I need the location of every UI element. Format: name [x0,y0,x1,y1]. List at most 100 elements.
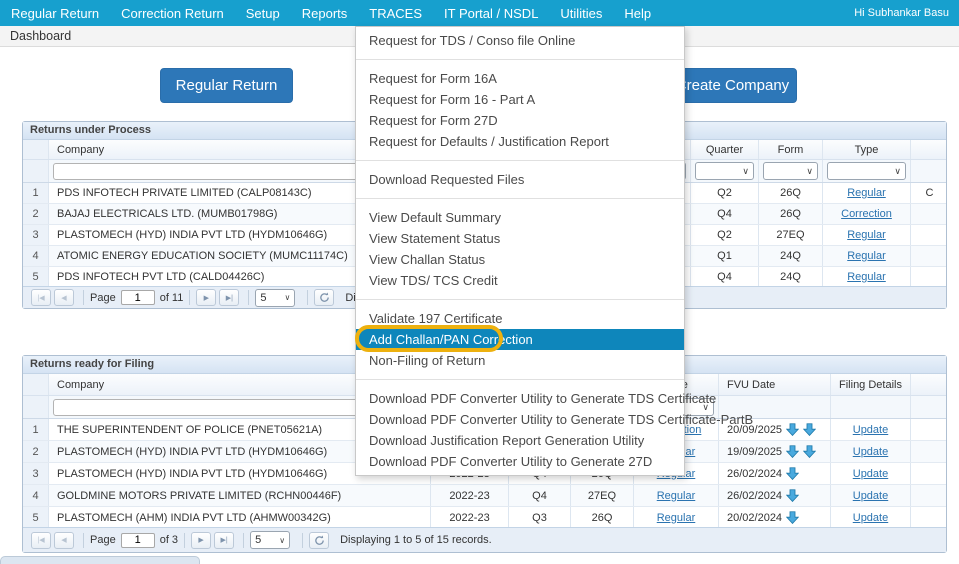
prev-page-button[interactable]: ◀ [54,532,74,549]
row-number: 1 [23,419,49,440]
form-cell: 26Q [571,507,634,528]
row-number: 3 [23,225,49,245]
type-link[interactable]: Regular [847,229,886,241]
menu-item[interactable]: Download PDF Converter Utility to Genera… [356,409,684,430]
fvu-date-cell: 20/02/2024 [719,507,831,528]
fvu-date-cell: 26/02/2024 [719,463,831,484]
logged-in-user: Hi Subhankar Basu [854,0,949,26]
menu-item[interactable]: Download Requested Files [356,169,684,190]
filing-details-cell: Update [831,441,911,462]
form-cell: 24Q [759,267,823,287]
page-input[interactable] [121,533,155,548]
page-label: Page [90,292,116,304]
update-link[interactable]: Update [853,512,888,524]
menu-item[interactable]: Download PDF Converter Utility to Genera… [356,451,684,472]
next-page-button[interactable]: ▶ [191,532,211,549]
menu-item[interactable]: View Default Summary [356,207,684,228]
nav-regular-return[interactable]: Regular Return [0,6,110,21]
update-link[interactable]: Update [853,490,888,502]
form-cell: 27EQ [571,485,634,506]
nav-traces[interactable]: TRACES [358,6,433,21]
fy-cell: 2022-23 [431,485,509,506]
update-link[interactable]: Update [853,468,888,480]
menu-item[interactable]: Request for TDS / Conso file Online [356,30,684,51]
top-navbar: Regular Return Correction Return Setup R… [0,0,959,26]
type-link[interactable]: Regular [847,250,886,262]
fvu-download-icon[interactable] [803,423,816,436]
type-cell: Regular [634,507,719,528]
fvu-download-icon[interactable] [803,445,816,458]
menu-item[interactable]: View Statement Status [356,228,684,249]
row-number: 4 [23,485,49,506]
menu-separator [356,198,684,199]
nav-utilities[interactable]: Utilities [549,6,613,21]
refresh-icon[interactable] [309,532,329,549]
row-number: 1 [23,183,49,203]
type-link[interactable]: Regular [657,490,696,502]
first-page-button[interactable]: |◀ [31,289,51,306]
fy-cell: 2022-23 [431,507,509,528]
menu-item[interactable]: Download PDF Converter Utility to Genera… [356,388,684,409]
extra-cell [911,267,948,287]
menu-item[interactable]: Request for Form 16 - Part A [356,89,684,110]
company-cell: GOLDMINE MOTORS PRIVATE LIMITED (RCHN004… [49,485,431,506]
last-page-button[interactable]: ▶| [219,289,239,306]
fvu-download-icon[interactable] [786,511,799,524]
fvu-download-icon[interactable] [786,489,799,502]
type-cell: Regular [823,225,911,245]
menu-separator [356,59,684,60]
type-link[interactable]: Regular [847,187,886,199]
type-link[interactable]: Regular [847,271,886,283]
page-size-select[interactable]: 5∨ [250,531,290,549]
form-cell: 26Q [759,204,823,224]
row-number-header [23,140,49,159]
page-size-select[interactable]: 5∨ [255,289,295,307]
menu-item[interactable]: View TDS/ TCS Credit [356,270,684,291]
table-row: 5PLASTOMECH (AHM) INDIA PVT LTD (AHMW003… [23,507,946,529]
menu-item[interactable]: Request for Form 16A [356,68,684,89]
type-filter-select[interactable]: ∨ [827,162,906,180]
refresh-icon[interactable] [314,289,334,306]
type-link[interactable]: Correction [841,208,892,220]
menu-item[interactable]: Download Justification Report Generation… [356,430,684,451]
fvu-download-icon[interactable] [786,423,799,436]
quarter-cell: Q3 [509,507,571,528]
last-page-button[interactable]: ▶| [214,532,234,549]
annotation-circle-icon [355,325,503,352]
quarter-cell: Q2 [691,225,759,245]
next-page-button[interactable]: ▶ [196,289,216,306]
create-company-button[interactable]: Create Company [668,68,797,103]
type-cell: Regular [823,246,911,266]
row-number: 3 [23,463,49,484]
update-link[interactable]: Update [853,424,888,436]
nav-help[interactable]: Help [613,6,662,21]
row-number: 2 [23,441,49,462]
menu-item[interactable]: Request for Defaults / Justification Rep… [356,131,684,152]
quarter-filter-select[interactable]: ∨ [695,162,754,180]
menu-item[interactable]: Non-Filing of Return [356,350,684,371]
menu-item[interactable]: Add Challan/PAN Correction [356,329,684,350]
prev-page-button[interactable]: ◀ [54,289,74,306]
regular-return-button[interactable]: Regular Return [160,68,293,103]
nav-setup[interactable]: Setup [235,6,291,21]
filing-details-cell: Update [831,485,911,506]
nav-reports[interactable]: Reports [291,6,359,21]
extra-cell [911,246,948,266]
bottom-panel-edge [0,556,200,564]
type-link[interactable]: Regular [657,512,696,524]
nav-correction-return[interactable]: Correction Return [110,6,235,21]
update-link[interactable]: Update [853,446,888,458]
company-cell: PLASTOMECH (AHM) INDIA PVT LTD (AHMW0034… [49,507,431,528]
form-filter-select[interactable]: ∨ [763,162,818,180]
nav-it-portal-nsdl[interactable]: IT Portal / NSDL [433,6,549,21]
page-input[interactable] [121,290,155,305]
first-page-button[interactable]: |◀ [31,532,51,549]
menu-item[interactable]: Validate 197 Certificate [356,308,684,329]
quarter-cell: Q1 [691,246,759,266]
fvu-download-icon[interactable] [786,445,799,458]
menu-item[interactable]: Request for Form 27D [356,110,684,131]
menu-item[interactable]: View Challan Status [356,249,684,270]
fvu-download-icon[interactable] [786,467,799,480]
type-cell: Correction [823,204,911,224]
traces-dropdown-menu: Request for TDS / Conso file Online Reque… [355,26,685,476]
